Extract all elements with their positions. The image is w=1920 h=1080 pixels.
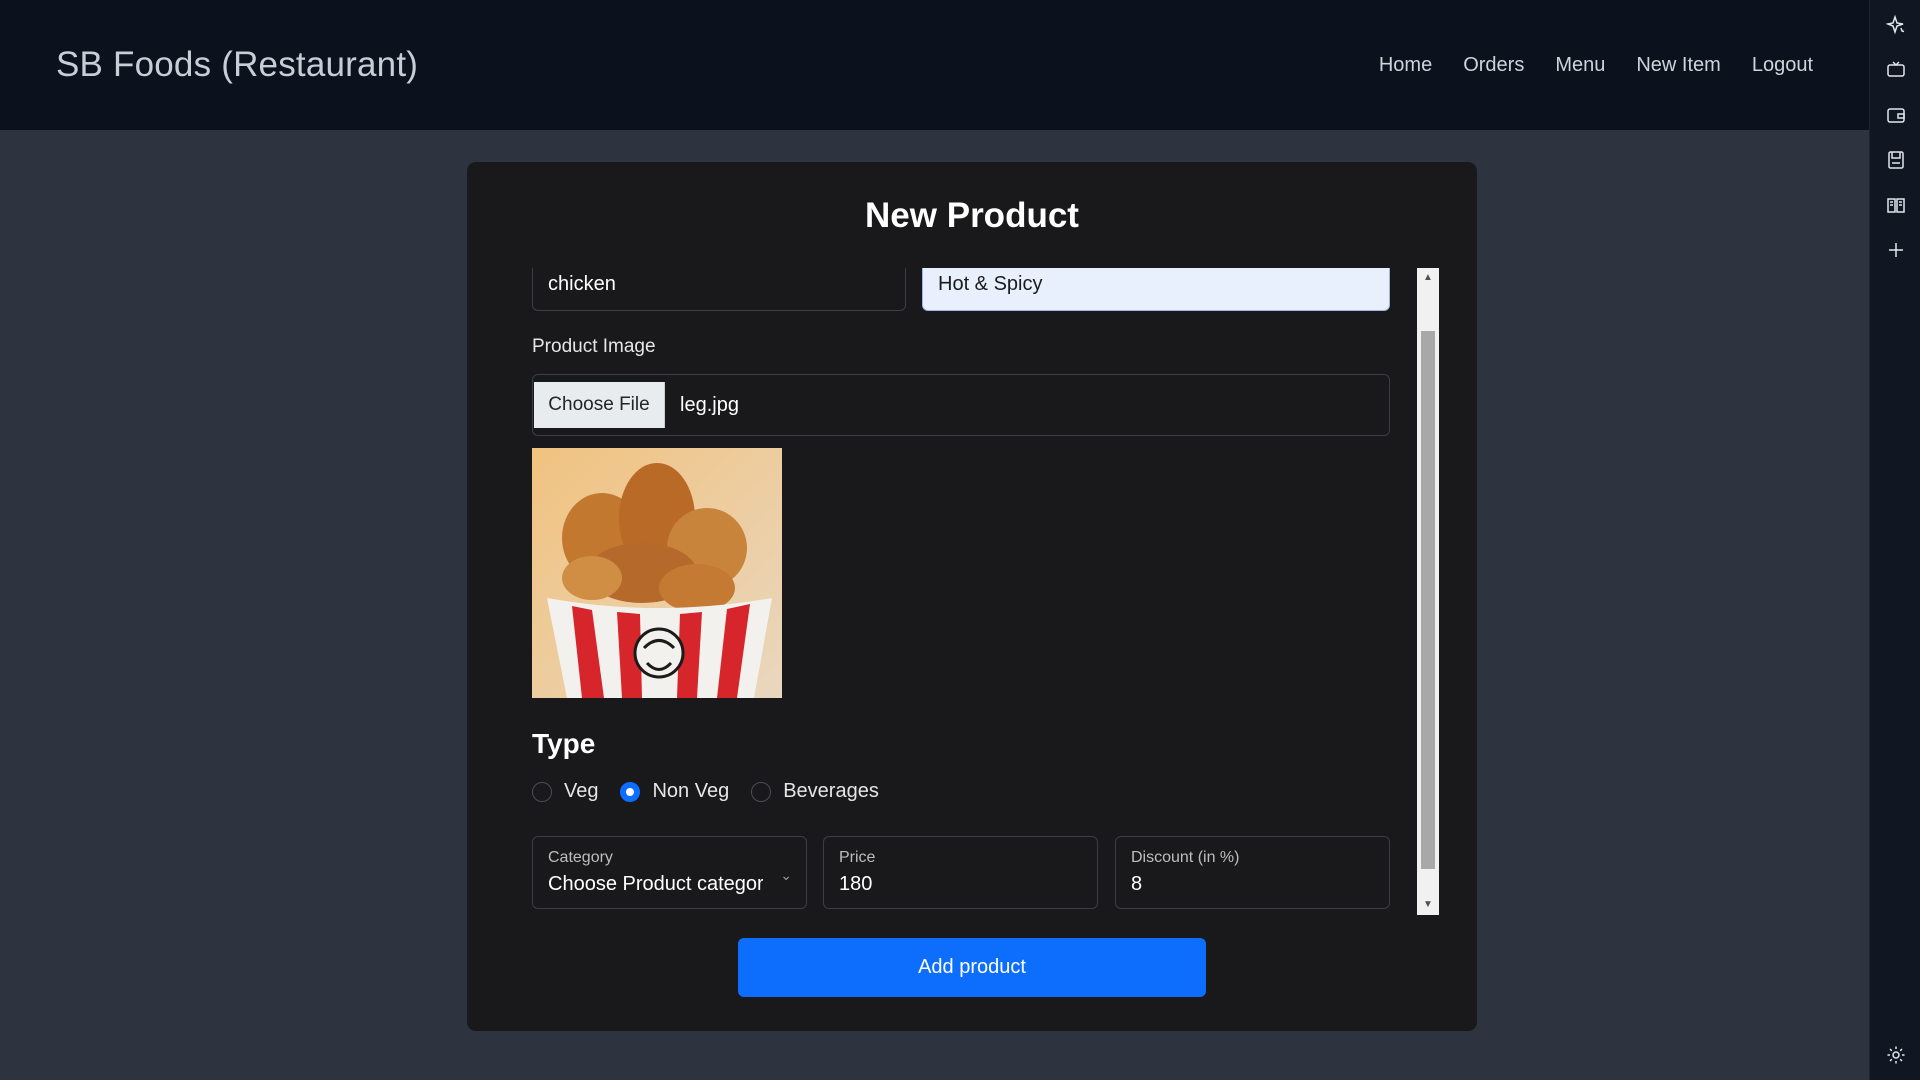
choose-file-button[interactable]: Choose File <box>534 382 665 428</box>
product-description-value: Hot & Spicy <box>938 273 1043 295</box>
nav-links: Home Orders Menu New Item Logout <box>1379 54 1813 77</box>
type-radio-group: Veg Non Veg Beverages <box>532 780 879 803</box>
type-option-beverages[interactable]: Beverages <box>751 780 879 803</box>
plus-icon[interactable] <box>1870 236 1920 264</box>
category-label: Category <box>548 849 613 866</box>
radio-beverages[interactable] <box>751 781 772 802</box>
product-name-input[interactable]: chicken <box>532 268 906 311</box>
tv-icon[interactable] <box>1870 56 1920 84</box>
price-input[interactable]: Price 180 <box>823 836 1098 909</box>
sparkle-icon[interactable] <box>1870 11 1920 39</box>
form-scrollbar[interactable]: ▲ ▼ <box>1417 268 1439 915</box>
nav-link-orders[interactable]: Orders <box>1463 54 1524 77</box>
radio-label-beverages: Beverages <box>783 780 879 802</box>
discount-value: 8 <box>1131 873 1143 895</box>
type-option-non-veg[interactable]: Non Veg <box>620 780 729 803</box>
price-value: 180 <box>839 873 873 895</box>
new-product-card: New Product chicken Hot & Spicy Product … <box>467 162 1477 1031</box>
product-name-value: chicken <box>548 273 616 295</box>
product-description-input[interactable]: Hot & Spicy <box>922 268 1390 311</box>
wallet-icon[interactable] <box>1870 101 1920 129</box>
file-name: leg.jpg <box>680 393 739 416</box>
scroll-up-icon[interactable]: ▲ <box>1417 268 1439 288</box>
product-image-file-input[interactable]: Choose File leg.jpg <box>532 374 1390 436</box>
product-image-preview <box>532 448 782 698</box>
nav-link-menu[interactable]: Menu <box>1555 54 1605 77</box>
price-label: Price <box>839 849 876 866</box>
scroll-down-icon[interactable]: ▼ <box>1417 895 1439 915</box>
browser-side-rail <box>1869 0 1920 1080</box>
discount-input[interactable]: Discount (in %) 8 <box>1115 836 1390 909</box>
nav-link-home[interactable]: Home <box>1379 54 1432 77</box>
nav-link-logout[interactable]: Logout <box>1752 54 1813 77</box>
form-scroll-area[interactable]: chicken Hot & Spicy Product Image Choose… <box>532 268 1407 915</box>
type-heading: Type <box>532 728 596 759</box>
page-title: New Product <box>865 196 1079 235</box>
brand-title[interactable]: SB Foods (Restaurant) <box>56 45 418 85</box>
radio-label-non-veg: Non Veg <box>652 780 730 802</box>
category-value: Choose Product categor <box>548 873 763 895</box>
type-option-veg[interactable]: Veg <box>532 780 598 803</box>
scrollbar-thumb[interactable] <box>1421 331 1435 869</box>
discount-label: Discount (in %) <box>1131 849 1240 866</box>
save-icon[interactable] <box>1870 146 1920 174</box>
add-product-button[interactable]: Add product <box>738 938 1206 997</box>
chevron-down-icon: ⌄ <box>780 867 792 883</box>
radio-veg[interactable] <box>532 781 552 802</box>
gear-icon[interactable] <box>1870 1041 1920 1069</box>
top-navbar: SB Foods (Restaurant) Home Orders Menu N… <box>0 0 1869 130</box>
category-select[interactable]: Category Choose Product categor ⌄ <box>532 836 807 909</box>
radio-non-veg[interactable] <box>620 781 641 802</box>
product-image-label: Product Image <box>532 336 656 357</box>
book-icon[interactable] <box>1870 191 1920 219</box>
nav-link-new-item[interactable]: New Item <box>1636 54 1720 77</box>
radio-label-veg: Veg <box>564 780 599 802</box>
